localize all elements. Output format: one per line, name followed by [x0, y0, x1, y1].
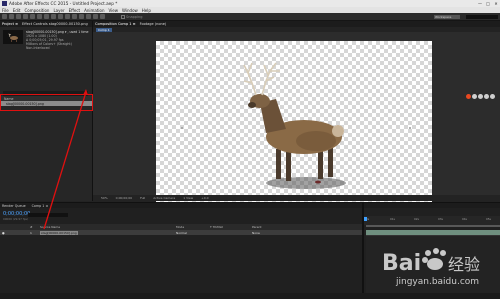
watermark-brand-suffix: 经验	[448, 255, 480, 274]
watermark-brand: Bai	[382, 251, 421, 276]
baidu-jingyan-watermark: Bai 经验 jingyan.baidu.com	[378, 238, 488, 288]
paw-icon	[422, 248, 446, 270]
after-effects-window: Adobe After Effects CC 2015 - Untitled P…	[0, 0, 500, 299]
baidu-watermark-logo: Bai 经验 jingyan.baidu.com	[382, 248, 480, 287]
watermark-url: jingyan.baidu.com	[395, 277, 479, 287]
